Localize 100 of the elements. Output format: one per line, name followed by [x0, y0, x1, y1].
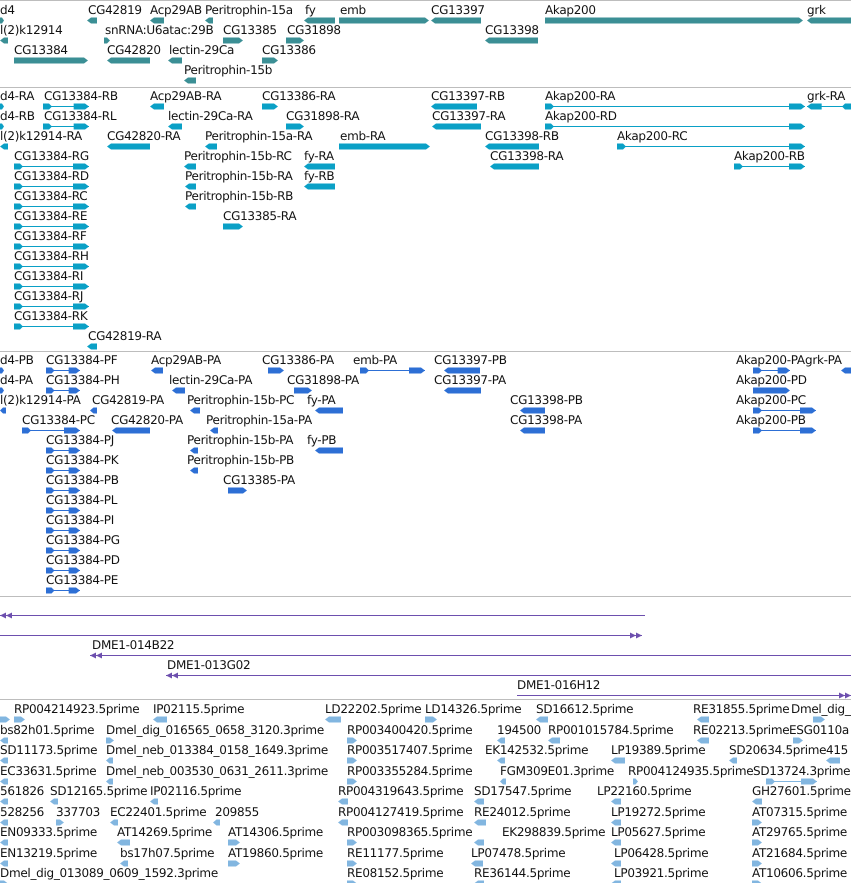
protein-label: CG31898-PA [287, 373, 359, 387]
est-label: LP03921.5prime [614, 866, 708, 880]
est-label: bs82h01.5prime [0, 722, 94, 736]
est-label: Dmel_neb_003530_0631_2611.3prime [106, 764, 328, 778]
est-label: IP02115.5prime [153, 702, 244, 716]
gene-label: CG13398 [485, 23, 539, 37]
est-label: 337703 [56, 804, 100, 818]
transcript-label: Akap200-RD [545, 109, 617, 123]
transcript-label: Akap200-RB [734, 149, 805, 163]
protein-label: CG13397-PB [434, 353, 507, 367]
protein-label: Akap200-PB [736, 413, 806, 427]
protein-label: Peritrophin-15b-PA [187, 433, 294, 447]
est-label: SD20634.5prime [729, 743, 826, 757]
protein-label: Peritrophin-15a-PA [206, 413, 312, 427]
protein-label: CG42820-PA [111, 413, 183, 427]
transcript-label: CG13385-RA [223, 209, 296, 223]
transcript-label: fy-RA [304, 149, 334, 163]
est-label: RP004124935.5prime [628, 764, 754, 778]
transcript-label: emb-RA [340, 129, 386, 143]
protein-label: CG13384-PC [22, 413, 95, 427]
protein-label: CG13384-PF [46, 353, 118, 367]
transcript-label: CG13384-RK [14, 309, 88, 323]
protein-label: Akap200-PD [736, 373, 807, 387]
protein-label: CG13385-PA [223, 473, 295, 487]
protein-label: Akap200-PA [736, 353, 805, 367]
est-label: 209855 [215, 804, 260, 818]
transcript-label: Peritrophin-15b-RB [185, 189, 294, 203]
est-label: RE02213.5prime [693, 722, 790, 736]
est-label: EC33631.5prime [0, 764, 96, 778]
protein-label: d4-PA [0, 373, 33, 387]
gene-label: Acp29AB [150, 3, 202, 17]
est-label: RE36144.5prime [474, 866, 570, 880]
est-label: Dmel_dig_016565_0658_3120.3prime [106, 722, 324, 736]
protein-label: d4-PB [0, 353, 34, 367]
protein-label: Peritrophin-15b-PB [187, 453, 294, 467]
est-label: AT14269.5prime [117, 825, 212, 839]
gene-label: l(2)k12914 [0, 23, 62, 37]
est-label: LP06428.5prime [614, 846, 708, 860]
est-label: AT14306.5prime [228, 825, 323, 839]
gene-label: d4 [0, 3, 15, 17]
protein-label: CG13398-PB [510, 393, 583, 407]
transcript-label: CG13397-RA [432, 109, 506, 123]
protein-label: Akap200-PC [736, 393, 806, 407]
est-label: LP19272.5prime [611, 804, 706, 818]
protein-label: CG13386-PA [262, 353, 334, 367]
protein-label: CG13384-PD [46, 553, 120, 567]
gene-label: snRNA:U6atac:29B [105, 23, 214, 37]
protein-label: CG13384-PH [46, 373, 120, 387]
gene-label: CG13385 [223, 23, 277, 37]
est-label: LP19389.5prime [611, 743, 706, 757]
est-label: SD16612.5prime [536, 702, 634, 716]
clone-label: DME1-014B22 [92, 638, 174, 652]
gene-label: Peritrophin-15b [184, 63, 272, 77]
est-label: Dmel_dig_ [791, 702, 851, 716]
gene-label: Peritrophin-15a [205, 3, 293, 17]
est-label: 528256 [0, 804, 44, 818]
est-label: RP001015784.5prime [548, 722, 674, 736]
transcript-label: Peritrophin-15b-RA [185, 169, 293, 183]
est-label: EC22401.5prime [110, 804, 206, 818]
protein-label: CG13398-PA [510, 413, 582, 427]
gene-label: grk [807, 3, 826, 17]
protein-label: fy-PA [307, 393, 336, 407]
protein-label: l(2)k12914-PA [0, 393, 81, 407]
protein-label: CG13397-PA [434, 373, 506, 387]
transcript-label: Peritrophin-15a-RA [205, 129, 312, 143]
est-label: EN13219.5prime [0, 846, 97, 860]
est-label: RP004214923.5prime [14, 702, 140, 716]
est-label: LP22160.5prime [597, 784, 692, 798]
est-label: EK298839.5prime [502, 825, 606, 839]
transcript-label: CG42819-RA [88, 329, 162, 343]
est-label: EN09333.5prime [0, 825, 97, 839]
gene-label: CG42819 [88, 3, 142, 17]
protein-label: CG13384-PB [46, 473, 119, 487]
est-label: Dmel_neb_013384_0158_1649.3prime [106, 743, 328, 757]
est-label: RE11177.5prime [347, 846, 444, 860]
transcript-label: d4-RB [0, 109, 35, 123]
protein-label: fy-PB [307, 433, 336, 447]
clone-label: DME1-013G02 [167, 658, 250, 672]
transcript-label: CG13386-RA [262, 89, 336, 103]
gene-label: CG42820 [107, 43, 161, 57]
est-label: FGM309E01.3prime [500, 764, 614, 778]
est-label: SD13724.3prime [753, 764, 850, 778]
est-label: AT21684.5prime [752, 846, 847, 860]
transcript-label: Peritrophin-15b-RC [184, 149, 292, 163]
protein-label: CG13384-PJ [46, 433, 114, 447]
est-label: RP004319643.5prime [338, 784, 464, 798]
est-label: LP05627.5prime [611, 825, 706, 839]
gene-label: CG13384 [14, 43, 68, 57]
est-label: AT07315.5prime [752, 804, 847, 818]
est-label: Dmel_dig_013089_0609_1592.3prime [0, 866, 218, 880]
est-label: RE08152.5prime [347, 866, 444, 880]
gene-label: fy [305, 3, 316, 17]
protein-label: emb-PA [353, 353, 397, 367]
gene-label: lectin-29Ca [169, 43, 234, 57]
est-label: SD11173.5prime [0, 743, 98, 757]
protein-label: CG13384-PI [46, 513, 114, 527]
est-label: LD22202.5prime [325, 702, 422, 716]
protein-label: CG13384-PL [46, 493, 118, 507]
protein-label: lectin-29Ca-PA [169, 373, 252, 387]
transcript-label: CG13384-RB [44, 89, 118, 103]
